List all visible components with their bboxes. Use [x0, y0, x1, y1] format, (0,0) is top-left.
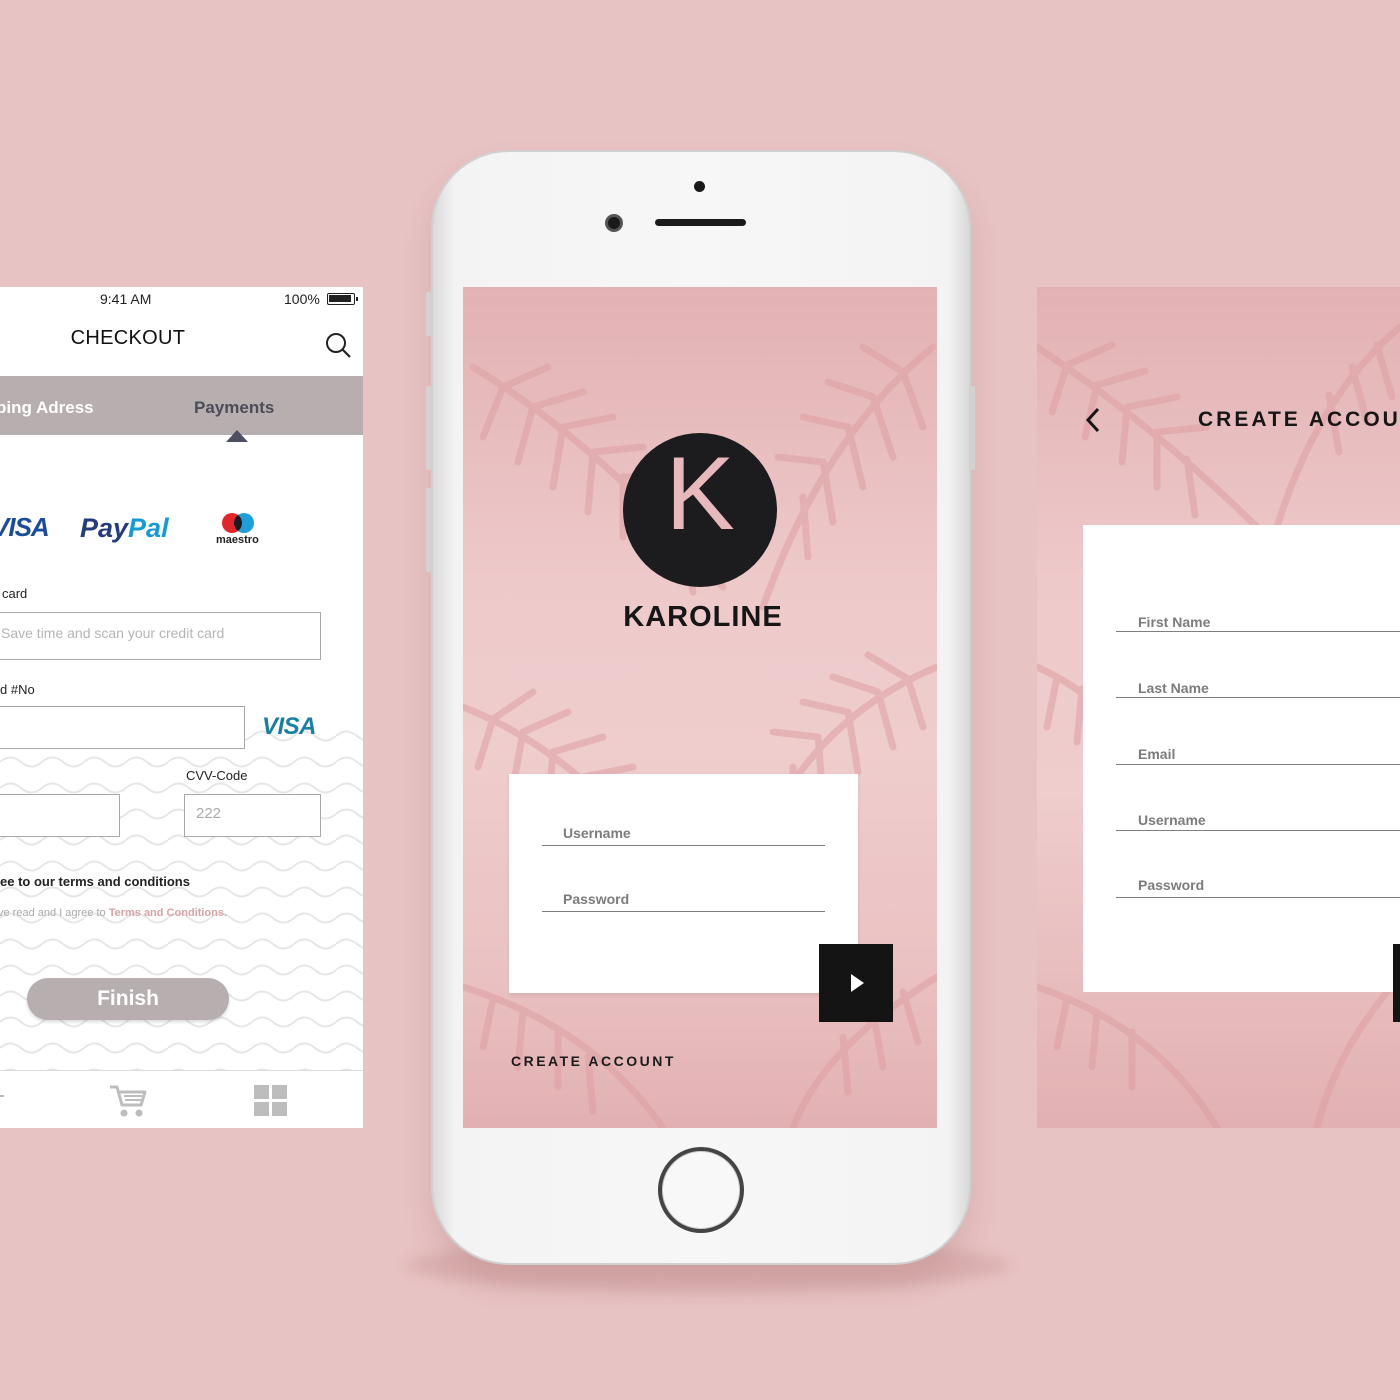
maestro-text: maestro — [216, 534, 259, 546]
card-number-label: d #No — [0, 682, 35, 697]
email-label: Email — [1138, 746, 1176, 762]
paypal-logo-text-b: Pal — [128, 513, 169, 543]
password-label: Password — [563, 891, 630, 907]
terms-link[interactable]: Terms and Conditions. — [109, 907, 227, 919]
visa-logo[interactable]: VISA — [0, 512, 50, 543]
checkout-screen: 9:41 AM 100% CHECKOUT ping Adress Paymen… — [0, 287, 363, 1128]
nav-partial-icon[interactable] — [0, 1095, 4, 1097]
home-button[interactable] — [658, 1147, 744, 1233]
create-account-card: First Name Last Name Email Username Pass… — [1083, 525, 1400, 992]
brand-logo: K — [623, 433, 777, 587]
login-card: Username Password — [509, 774, 858, 993]
card-number-input[interactable] — [0, 706, 245, 749]
battery-icon — [327, 293, 358, 305]
wavy-background-pattern — [0, 723, 363, 1128]
status-bar: 9:41 AM 100% — [0, 287, 363, 311]
card-brand-visa: VISA — [262, 713, 317, 740]
status-time: 9:41 AM — [100, 291, 152, 307]
create-account-link[interactable]: CREATE ACCOUNT — [511, 1053, 676, 1069]
login-submit-button[interactable] — [819, 944, 893, 1022]
grid-icon[interactable] — [254, 1085, 288, 1117]
logo-letter: K — [665, 436, 735, 552]
expiry-input[interactable] — [0, 794, 120, 837]
battery-percent: 100% — [284, 291, 320, 307]
terms-heading: ee to our terms and conditions — [0, 874, 190, 889]
earpiece-speaker — [655, 219, 746, 226]
username-label: Username — [1138, 812, 1206, 828]
first-name-label: First Name — [1138, 614, 1211, 630]
terms-prefix: ve read and I agree to — [0, 907, 109, 919]
scan-card-label: card — [2, 586, 28, 601]
password-input[interactable] — [542, 911, 825, 912]
scan-card-input[interactable]: Save time and scan your credit card — [0, 612, 321, 660]
username-input[interactable] — [542, 845, 825, 846]
cart-icon[interactable] — [108, 1083, 148, 1119]
create-account-submit-button[interactable] — [1393, 944, 1400, 1022]
active-tab-indicator — [226, 430, 248, 442]
front-camera — [605, 214, 623, 232]
front-sensor — [694, 181, 705, 192]
brand-name: KAROLINE — [623, 601, 783, 633]
paypal-logo[interactable]: PayPal — [80, 513, 169, 544]
maestro-blue-circle — [234, 513, 254, 533]
username-input[interactable] — [1116, 830, 1400, 831]
maestro-logo[interactable]: maestro — [214, 512, 264, 548]
login-screen: K KAROLINE Username Password CREATE ACCO… — [463, 287, 937, 1128]
search-icon[interactable] — [324, 331, 352, 359]
password-input[interactable] — [1116, 897, 1400, 898]
tab-shipping-address[interactable]: ping Adress — [0, 398, 94, 418]
bottom-nav — [0, 1070, 363, 1128]
cvv-value: 222 — [196, 805, 222, 822]
paypal-logo-text-a: Pay — [80, 513, 129, 543]
page-title: CHECKOUT — [70, 327, 186, 349]
finish-button[interactable]: Finish — [27, 978, 229, 1020]
password-label: Password — [1138, 877, 1205, 893]
create-account-title: CREATE ACCOU — [1198, 408, 1400, 431]
checkout-tabs: ping Adress Payments — [0, 376, 363, 435]
first-name-input[interactable] — [1116, 631, 1400, 632]
scan-card-placeholder: Save time and scan your credit card — [1, 625, 225, 641]
tab-payments[interactable]: Payments — [194, 398, 274, 418]
email-input[interactable] — [1116, 764, 1400, 765]
last-name-input[interactable] — [1116, 697, 1400, 698]
last-name-label: Last Name — [1138, 680, 1209, 696]
username-label: Username — [563, 825, 631, 841]
back-chevron-icon[interactable] — [1085, 407, 1101, 433]
terms-agreement: ve read and I agree to Terms and Conditi… — [0, 907, 227, 919]
cvv-label: CVV-Code — [186, 768, 248, 783]
cvv-input[interactable]: 222 — [184, 794, 321, 837]
create-account-screen: CREATE ACCOU First Name Last Name Email … — [1037, 287, 1400, 1128]
